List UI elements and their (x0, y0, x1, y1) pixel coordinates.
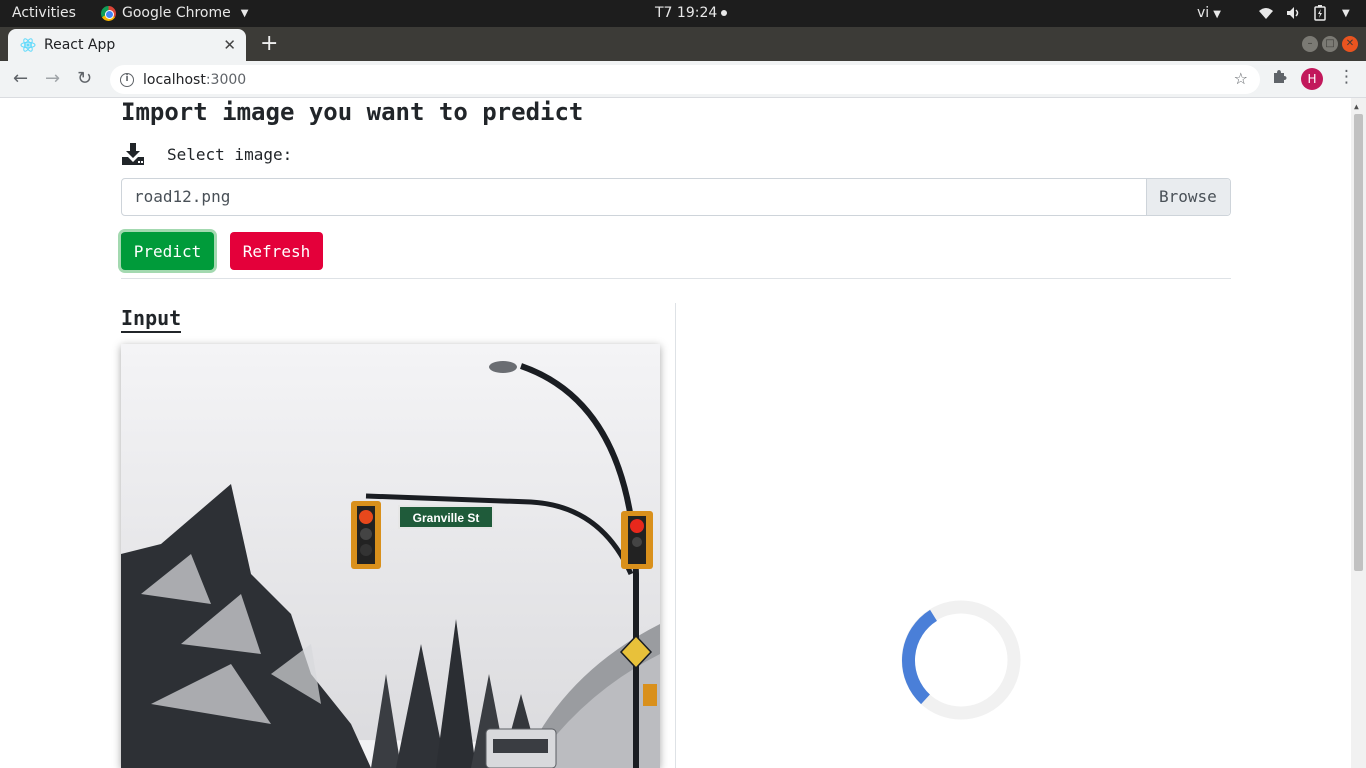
notification-dot-icon (721, 10, 728, 16)
tab-react-app[interactable]: React App ✕ (8, 29, 246, 61)
clock-text: T7 19:24 (655, 5, 718, 21)
scrollbar-thumb[interactable] (1354, 114, 1363, 571)
back-arrow-icon[interactable]: ← (13, 68, 28, 89)
browser-toolbar: ← → ↻ i localhost:3000 ☆ H ⋮ (0, 61, 1366, 98)
divider (121, 278, 1231, 279)
input-image: Granville St (121, 344, 660, 768)
app-name: Google Chrome (122, 5, 231, 21)
caret-down-icon: ▼ (1342, 7, 1350, 19)
activities-button[interactable]: Activities (12, 5, 76, 21)
predict-button[interactable]: Predict (121, 232, 214, 270)
caret-down-icon: ▼ (240, 7, 249, 19)
language-indicator[interactable]: vi ▼ (1197, 5, 1221, 21)
new-tab-icon[interactable]: + (260, 31, 278, 56)
bookmark-star-icon[interactable]: ☆ (1234, 69, 1248, 88)
window-controls: – □ ✕ (1302, 36, 1358, 52)
browse-button[interactable]: Browse (1146, 179, 1230, 215)
refresh-button[interactable]: Refresh (230, 232, 323, 270)
system-top-bar: Activities Google Chrome ▼ T7 19:24 vi ▼ … (0, 0, 1366, 27)
url-port: :3000 (205, 71, 247, 88)
battery-icon (1314, 5, 1326, 21)
select-image-label: Select image: (167, 144, 293, 164)
file-input[interactable]: road12.png Browse (121, 178, 1231, 216)
address-bar[interactable]: i localhost:3000 ☆ (110, 65, 1260, 94)
input-section-title: Input (121, 306, 182, 333)
page-content: Import image you want to predict Select … (0, 98, 1366, 768)
page-scrollbar[interactable]: ▲ (1351, 98, 1366, 768)
minimize-icon[interactable]: – (1302, 36, 1318, 52)
tab-strip: React App ✕ + – □ ✕ (0, 27, 1366, 61)
download-icon (122, 143, 144, 165)
close-window-icon[interactable]: ✕ (1342, 36, 1358, 52)
profile-avatar[interactable]: H (1301, 68, 1323, 90)
kebab-menu-icon[interactable]: ⋮ (1338, 67, 1355, 87)
info-icon[interactable]: i (120, 72, 134, 87)
scroll-up-arrow-icon[interactable]: ▲ (1354, 102, 1359, 111)
road-photo: Granville St (121, 344, 660, 768)
volume-icon (1287, 7, 1299, 19)
app-menu[interactable]: Google Chrome ▼ (101, 5, 248, 21)
chrome-icon (101, 5, 116, 21)
close-tab-icon[interactable]: ✕ (223, 36, 236, 54)
forward-arrow-icon[interactable]: → (45, 68, 60, 89)
page-title: Import image you want to predict (121, 98, 584, 126)
reload-icon[interactable]: ↻ (77, 68, 92, 89)
column-divider (675, 303, 676, 768)
clock[interactable]: T7 19:24 (655, 5, 728, 21)
select-image-row: Select image: (121, 142, 292, 166)
maximize-icon[interactable]: □ (1322, 36, 1338, 52)
tab-title: React App (44, 37, 116, 53)
file-name: road12.png (134, 187, 231, 206)
extensions-puzzle-icon[interactable] (1271, 69, 1287, 85)
caret-down-icon: ▼ (1213, 9, 1221, 20)
url-host: localhost (143, 71, 206, 88)
loading-spinner (901, 600, 1021, 720)
language-text: vi (1197, 5, 1210, 21)
system-tray[interactable]: ▼ (1258, 5, 1350, 21)
wifi-icon (1259, 8, 1273, 19)
react-icon (20, 38, 36, 52)
street-sign-text: Granville St (413, 511, 480, 525)
